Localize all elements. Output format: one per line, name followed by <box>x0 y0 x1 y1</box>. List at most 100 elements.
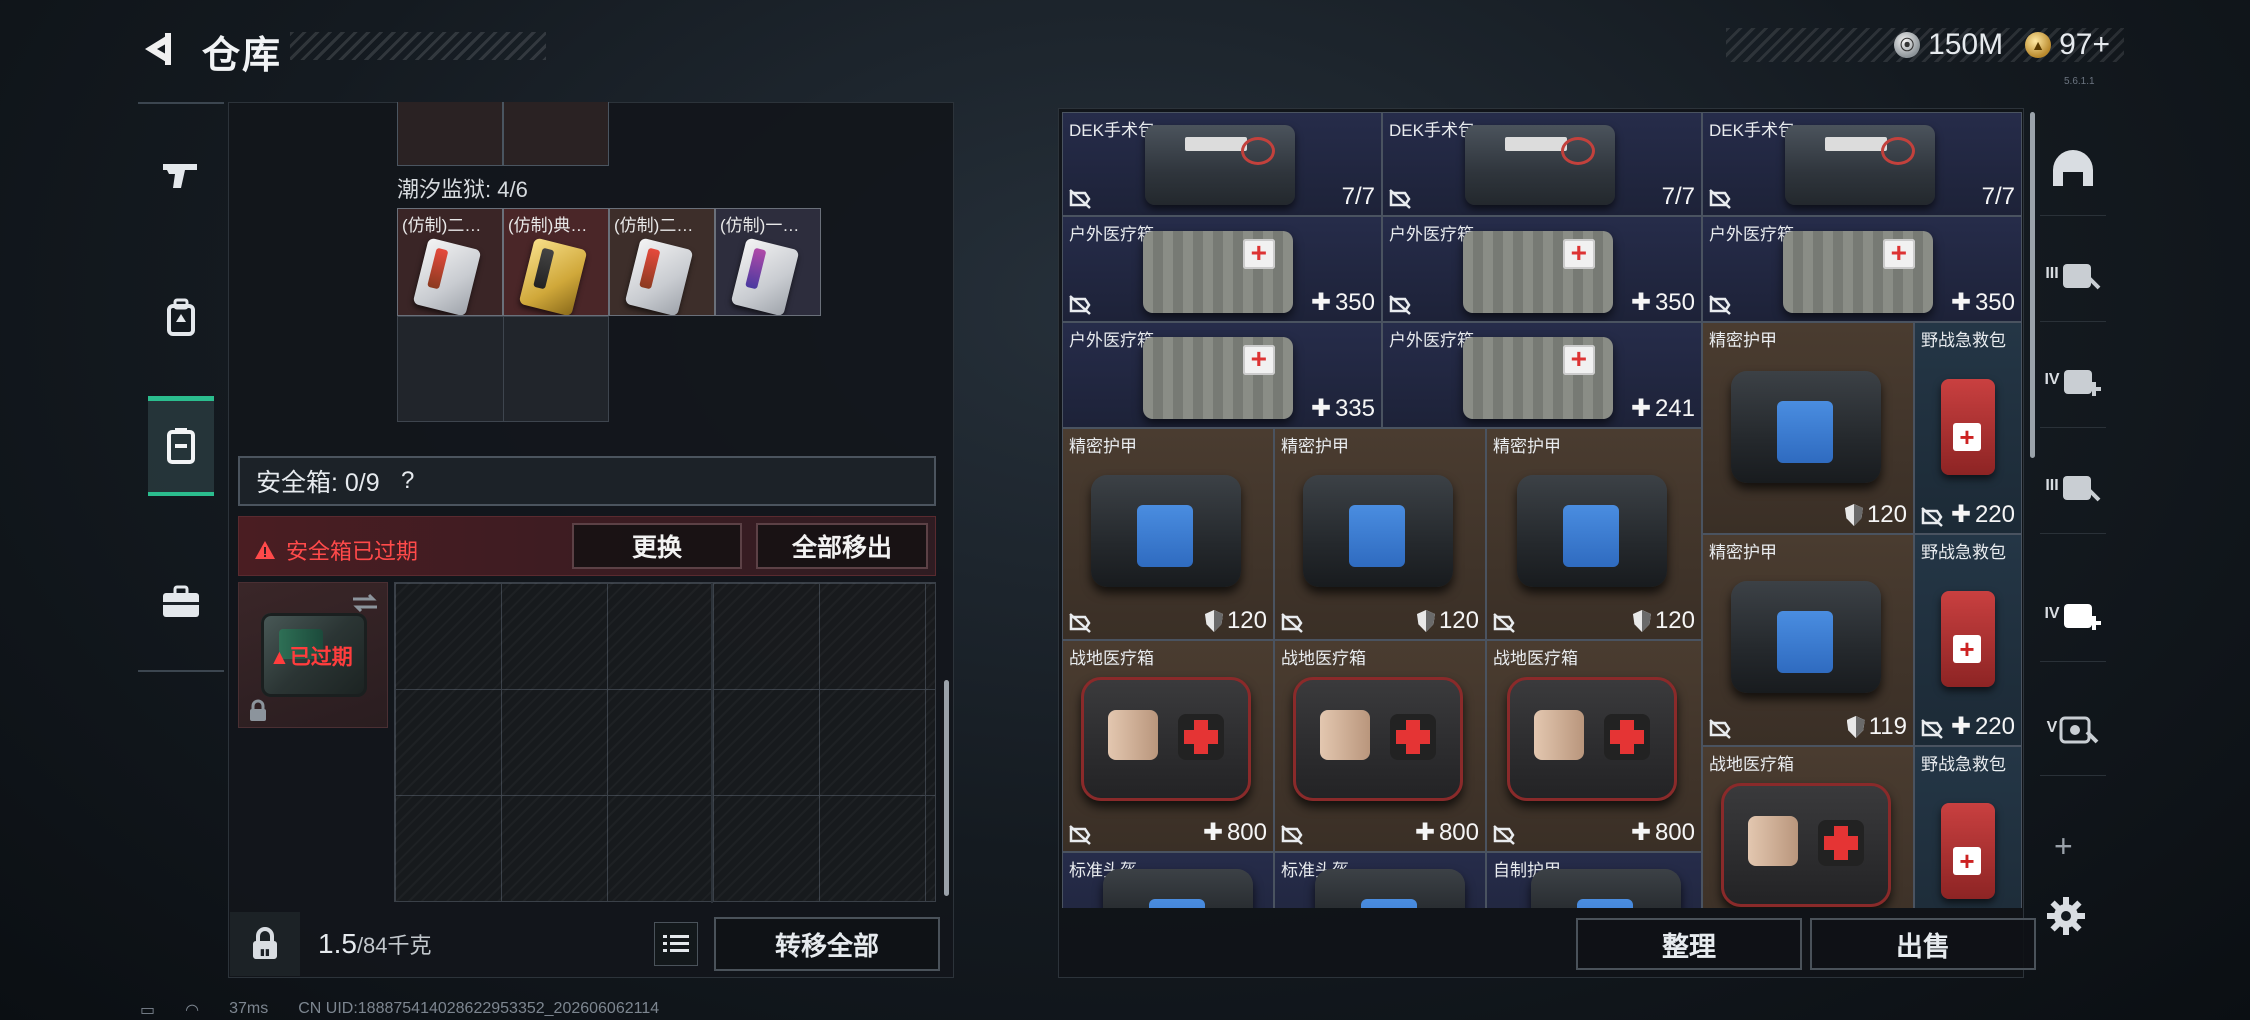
surgery-pouch-icon <box>1145 125 1295 205</box>
silver-coin-icon: ⦿ <box>1894 32 1921 58</box>
weight-capacity: /84千克 <box>356 933 432 958</box>
shield-icon <box>1632 610 1651 632</box>
item-precision-armor[interactable]: 精密护甲 120 <box>1702 322 1914 534</box>
gold-currency[interactable]: ▲ 97+ <box>2025 28 2110 62</box>
tab-backpack[interactable] <box>148 268 214 368</box>
tab-armor-v[interactable]: V <box>2040 680 2106 776</box>
armor-icon <box>1303 475 1453 587</box>
safebox-header: 安全箱: 0/9 ? <box>238 456 936 506</box>
tab-armor-iii[interactable]: III <box>2040 226 2106 322</box>
item-battlefield-medbox[interactable]: 战地医疗箱 ✚ 800 <box>1486 640 1702 852</box>
back-arrow-icon <box>145 33 171 65</box>
sample-item[interactable]: (仿制)典… <box>503 208 609 316</box>
right-scrollbar[interactable] <box>2030 112 2035 458</box>
heal-plus-icon: ✚ <box>1630 289 1651 316</box>
item-field-firstaid[interactable]: 野战急救包 ✚220 <box>1914 322 2022 534</box>
lock-icon <box>250 699 266 721</box>
safebox-thumbnail[interactable]: ▲已过期 <box>238 582 388 728</box>
helmet-icon <box>1315 869 1465 908</box>
no-sell-icon <box>1921 507 1943 527</box>
item-standard-helmet[interactable]: 标准头盔 <box>1062 852 1274 908</box>
item-value: ✚ 800 <box>1202 818 1267 847</box>
shield-icon <box>1846 716 1865 738</box>
item-field-firstaid[interactable]: 野战急救包 <box>1914 746 2022 908</box>
organize-button[interactable]: 整理 <box>1576 918 1802 970</box>
item-outdoor-medkit[interactable]: 户外医疗箱 ✚350 <box>1062 216 1382 322</box>
keycard-icon <box>624 237 694 315</box>
item-precision-armor[interactable]: 精密护甲 120 <box>1274 428 1486 640</box>
list-view-button[interactable] <box>654 922 698 966</box>
tier-label: IV <box>2044 604 2060 622</box>
tab-armor-iii-b[interactable]: III <box>2040 438 2106 534</box>
item-dek-pouch[interactable]: DEK手术包 7/7 <box>1382 112 1702 216</box>
settings-button[interactable] <box>2046 896 2086 941</box>
item-name: 精密护甲 <box>1709 543 1777 562</box>
pistol-icon <box>163 164 197 188</box>
item-battlefield-medbox[interactable]: 战地医疗箱 <box>1702 746 1914 908</box>
item-outdoor-medkit[interactable]: 户外医疗箱 ✚335 <box>1062 322 1382 428</box>
gold-amount: 97+ <box>2059 28 2110 61</box>
replace-button[interactable]: 更换 <box>572 523 742 569</box>
top-item-1[interactable] <box>397 102 503 166</box>
item-value: ✚ 350 <box>1630 288 1695 317</box>
weight-display: 1.5/84千克 <box>318 928 432 960</box>
item-name: 户外医疗箱 <box>1389 331 1474 350</box>
item-name: 野战急救包 <box>1921 755 2006 774</box>
tab-weapons[interactable] <box>148 126 214 226</box>
helmet-icon <box>2053 149 2093 186</box>
add-tab-button[interactable]: + <box>2054 828 2073 865</box>
item-battlefield-medbox[interactable]: 战地医疗箱 ✚ 800 <box>1062 640 1274 852</box>
item-precision-armor[interactable]: 精密护甲 120 <box>1062 428 1274 640</box>
safebox-grid <box>394 582 936 903</box>
tab-helmets[interactable] <box>2040 120 2106 216</box>
sample-item[interactable]: (仿制)二… <box>397 208 503 316</box>
sell-button[interactable]: 出售 <box>1810 918 2036 970</box>
item-value: 7/7 <box>1661 183 1695 210</box>
item-value: 120 <box>1416 607 1479 635</box>
item-field-firstaid[interactable]: 野战急救包 ✚220 <box>1914 534 2022 746</box>
left-tab-bar <box>138 102 224 672</box>
item-precision-armor[interactable]: 精密护甲 120 <box>1486 428 1702 640</box>
top-item-2[interactable] <box>503 102 609 166</box>
armor-iii-icon <box>2062 263 2101 289</box>
item-dek-pouch[interactable]: DEK手术包 7/7 <box>1062 112 1382 216</box>
sample-item[interactable]: (仿制)一… <box>715 208 821 316</box>
item-name: 战地医疗箱 <box>1493 649 1578 668</box>
tab-med-iv[interactable]: IV <box>2040 332 2106 428</box>
back-button[interactable] <box>136 26 182 72</box>
sample-item-label: (仿制)典… <box>508 216 588 235</box>
help-icon[interactable]: ? <box>394 467 422 495</box>
medkit-icon <box>1143 231 1293 313</box>
sample-item-label: (仿制)二… <box>614 216 694 235</box>
item-homemade-armor[interactable]: 自制护甲 <box>1486 852 1702 908</box>
item-name: 野战急救包 <box>1921 331 2006 350</box>
item-outdoor-medkit[interactable]: 户外医疗箱 ✚350 <box>1702 216 2022 322</box>
remove-all-button[interactable]: 全部移出 <box>756 523 928 569</box>
left-scrollbar[interactable] <box>944 680 949 896</box>
transfer-all-button[interactable]: 转移全部 <box>714 917 940 971</box>
tab-briefcase[interactable] <box>148 552 214 652</box>
sample-item-label: (仿制)一… <box>720 216 800 235</box>
item-outdoor-medkit[interactable]: 户外医疗箱 ✚241 <box>1382 322 1702 428</box>
lock-button[interactable]: ▮▮ <box>230 912 300 976</box>
item-value: ✚ 335 <box>1310 394 1375 423</box>
no-sell-icon <box>1921 719 1943 739</box>
item-value: ✚ 220 <box>1950 500 2015 529</box>
keycard-icon <box>412 237 482 315</box>
tab-med-iv-b[interactable]: IV <box>2040 566 2106 662</box>
item-precision-armor[interactable]: 精密护甲 119 <box>1702 534 1914 746</box>
sample-item[interactable]: (仿制)二… <box>609 208 715 316</box>
item-battlefield-medbox[interactable]: 战地医疗箱 ✚ 800 <box>1274 640 1486 852</box>
item-outdoor-medkit[interactable]: 户外医疗箱 ✚350 <box>1382 216 1702 322</box>
battery-icon: ▭ <box>140 1002 156 1019</box>
item-dek-pouch[interactable]: DEK手术包 7/7 <box>1702 112 2022 216</box>
tab-safebox[interactable] <box>148 396 214 496</box>
surgery-pouch-icon <box>1785 125 1935 205</box>
heal-plus-icon: ✚ <box>1950 501 1971 528</box>
title-stripe <box>290 32 546 60</box>
silver-currency[interactable]: ⦿ 150M <box>1894 28 2003 62</box>
list-icon <box>663 935 689 952</box>
wifi-icon: ◠ <box>185 1002 200 1019</box>
item-standard-helmet[interactable]: 标准头盔 <box>1274 852 1486 908</box>
no-sell-icon <box>1281 613 1303 633</box>
